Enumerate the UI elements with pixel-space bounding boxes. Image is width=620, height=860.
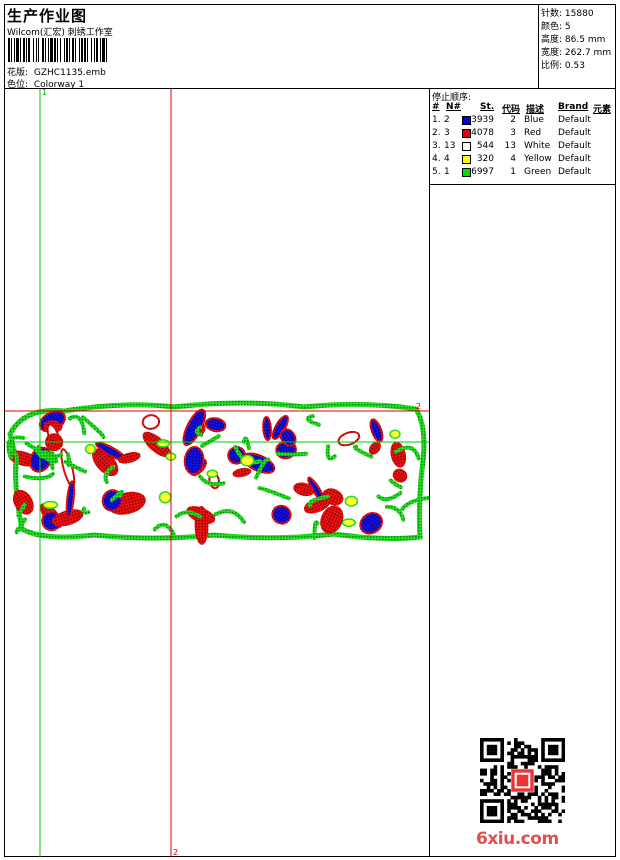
stat-label: 高度: [541, 35, 563, 45]
col-code: 代码 [502, 105, 521, 115]
stat-value: 262.7 mm [564, 48, 612, 58]
row-desc: Blue [524, 115, 544, 125]
page-title: 生产作业图 [7, 7, 88, 25]
stat-height: 高度: 86.5 mm [541, 32, 605, 45]
row-desc: Yellow [524, 154, 552, 164]
row-stitches: 3939 [471, 115, 494, 125]
color-swatch [462, 155, 471, 164]
row-stitches: 4078 [471, 128, 494, 138]
color-swatch [462, 116, 471, 125]
red-guide-v-label: 2 [173, 848, 178, 857]
color-swatch [462, 129, 471, 138]
stat-label: 针数: [541, 9, 563, 19]
legend-row: 5. 1 6997 1 Green Default [430, 167, 617, 179]
stat-width: 宽度: 262.7 mm [541, 45, 611, 58]
row-needle: 13 [444, 141, 456, 151]
row-index: 2. [432, 128, 441, 138]
col-element: 元素 [593, 105, 612, 115]
col-stitches: St. [480, 102, 495, 112]
row-code: 3 [510, 128, 516, 138]
stat-label: 宽度: [541, 48, 563, 58]
color-swatch [462, 142, 471, 151]
legend-row: 4. 4 320 4 Yellow Default [430, 154, 617, 166]
stat-value: 86.5 mm [564, 35, 606, 45]
row-stitches: 320 [476, 154, 494, 164]
row-needle: 2 [444, 115, 450, 125]
col-brand: Brand [558, 102, 589, 112]
col-needle: N# [446, 102, 462, 112]
stat-label: 颜色: [541, 22, 563, 32]
col-index: # [432, 102, 440, 112]
color-swatch [462, 168, 471, 177]
panel-divider [429, 185, 430, 857]
row-code: 2 [510, 115, 516, 125]
stat-value: 0.53 [564, 61, 585, 71]
row-brand: Default [558, 115, 591, 125]
stat-value: 15880 [564, 9, 594, 19]
barcode [8, 38, 156, 62]
stat-label: 比例: [541, 61, 563, 71]
legend-row: 3. 13 544 13 White Default [430, 141, 617, 153]
company-name: Wilcom(汇宏) 刺绣工作室 [7, 28, 113, 38]
legend-row: 1. 2 3939 2 Blue Default [430, 115, 617, 127]
row-index: 5. [432, 167, 441, 177]
col-desc: 描述 [526, 105, 545, 115]
row-desc: White [524, 141, 551, 151]
stop-sequence-legend: 停止顺序: # N# St. 代码 描述 Brand 元素 1. 2 3939 2 Bl… [429, 89, 616, 185]
stat-colors: 颜色: 5 [541, 19, 571, 32]
row-code: 4 [510, 154, 516, 164]
row-stitches: 544 [476, 141, 494, 151]
row-needle: 3 [444, 128, 450, 138]
row-index: 1. [432, 115, 441, 125]
legend-row: 2. 3 4078 3 Red Default [430, 128, 617, 140]
qr-code [480, 738, 565, 823]
row-brand: Default [558, 167, 591, 177]
stat-value: 5 [564, 22, 571, 32]
watermark: 6xiu.com [476, 829, 559, 849]
row-needle: 4 [444, 154, 450, 164]
green-guide-label: 1 [42, 89, 47, 97]
row-needle: 1 [444, 167, 450, 177]
row-index: 4. [432, 154, 441, 164]
row-brand: Default [558, 141, 591, 151]
row-brand: Default [558, 128, 591, 138]
row-index: 3. [432, 141, 441, 151]
stat-scale: 比例: 0.53 [541, 58, 585, 71]
row-code: 13 [504, 141, 516, 151]
header: 生产作业图 Wilcom(汇宏) 刺绣工作室 花版: GZHC1135.emb … [4, 4, 616, 90]
embroidery-preview: 1 2 2 [4, 89, 429, 857]
header-info: 生产作业图 Wilcom(汇宏) 刺绣工作室 花版: GZHC1135.emb … [4, 4, 539, 90]
stat-stitches: 针数: 15880 [541, 6, 594, 19]
row-desc: Red [524, 128, 542, 138]
embroidery-motif [6, 400, 429, 545]
row-code: 1 [510, 167, 516, 177]
row-desc: Green [524, 167, 552, 177]
red-guide-h-label: 2 [416, 402, 421, 411]
row-brand: Default [558, 154, 591, 164]
row-stitches: 6997 [471, 167, 494, 177]
stats-panel: 针数: 15880 颜色: 5 高度: 86.5 mm 宽度: 262.7 mm… [539, 4, 616, 88]
